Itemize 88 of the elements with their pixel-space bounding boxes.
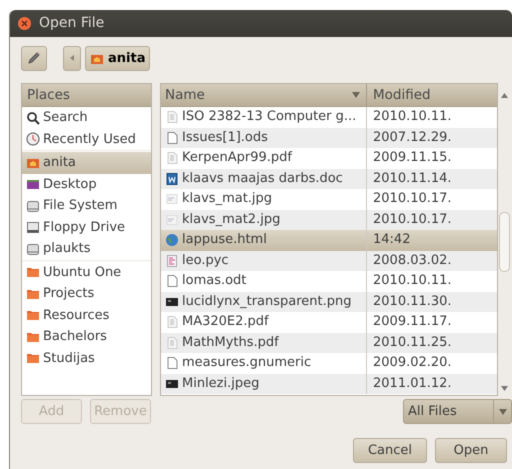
clock-icon [26, 132, 40, 146]
search-icon [26, 110, 40, 125]
modified-date: 2010.10.11. [373, 109, 452, 124]
name-column-header[interactable]: Name [161, 84, 367, 106]
folder-icon [26, 308, 40, 322]
file-name: MathMyths.pdf [182, 334, 279, 352]
edit-location-button[interactable] [21, 46, 47, 71]
file-name: klaavs maajas darbs.doc [182, 170, 343, 188]
file-row[interactable]: lucidlynx_transparent.png 2010.11.30. [161, 292, 497, 312]
document-icon [165, 356, 179, 370]
close-icon [21, 20, 28, 27]
file-name: lomas.odt [182, 272, 246, 290]
document-icon [165, 130, 179, 145]
sort-arrow-icon [352, 92, 360, 98]
place-item[interactable]: Recently Used [22, 128, 151, 150]
modified-date: 2010.10.17. [373, 212, 452, 226]
pencil-icon [26, 50, 42, 66]
folder-icon [26, 351, 40, 366]
modified-date: 2009.02.20. [373, 355, 452, 370]
modified-date: 14:42 [373, 232, 410, 247]
modified-date: 2009.11.15. [373, 150, 452, 165]
open-button[interactable]: Open [435, 438, 507, 463]
file-name: Minlezi.jpeg [182, 374, 260, 393]
file-name: ISO 2382-13 Computer g... [182, 108, 356, 126]
drive-icon [26, 198, 40, 213]
file-name: lappuse.html [182, 231, 267, 250]
file-name: measures.gnumeric [182, 354, 312, 372]
file-row[interactable]: leo.pyc 2008.03.02. [161, 250, 497, 271]
back-button[interactable] [63, 46, 81, 71]
column-header: Places [22, 84, 151, 107]
file-name: klavs_mat.jpg [182, 190, 272, 208]
place-item[interactable]: plaukts [22, 238, 151, 260]
file-name: leo.pyc [182, 252, 229, 270]
file-filter-dropdown[interactable]: All Files [403, 399, 512, 424]
word-document-icon [165, 172, 179, 186]
floppy-icon [26, 220, 40, 234]
close-button[interactable] [18, 17, 31, 30]
place-item[interactable]: Search [22, 107, 151, 128]
place-item[interactable]: File System [22, 195, 151, 216]
place-item[interactable]: Ubuntu One [22, 262, 151, 283]
modified-date: 2008.03.02. [373, 252, 452, 268]
document-icon [165, 110, 179, 124]
modified-date: 2011.01.12. [373, 376, 452, 390]
modified-date: 2009.11.17. [373, 314, 452, 329]
file-name: KerpenApr99.pdf [182, 149, 292, 168]
folder-icon [26, 265, 40, 280]
document-icon [165, 151, 179, 166]
place-item[interactable]: anita [22, 152, 151, 174]
place-item[interactable]: Studijas [22, 348, 151, 369]
place-item[interactable]: Resources [22, 304, 151, 326]
script-file-icon [165, 254, 179, 268]
file-name: klavs_mat2.jpg [182, 210, 280, 229]
modified-date: 2007.12.29. [373, 130, 452, 144]
document-icon [165, 315, 179, 330]
file-row[interactable]: klaavs maajas darbs.doc 2010.11.14. [161, 168, 497, 189]
modified-date: 2010.11.25. [373, 334, 452, 350]
image-icon [165, 192, 179, 206]
modified-column-header[interactable]: Modified [367, 84, 431, 106]
file-row[interactable]: Issues[1].ods 2007.12.29. [161, 128, 497, 148]
file-name: lucidlynx_transparent.png [182, 292, 352, 311]
globe-icon [165, 233, 179, 248]
window-title: Open File [39, 14, 104, 33]
scroll-up-arrow-icon[interactable] [501, 93, 508, 98]
place-item[interactable]: Floppy Drive [22, 216, 151, 238]
file-name: Issues[1].ods [182, 128, 268, 147]
cancel-button[interactable]: Cancel [352, 438, 427, 463]
desktop-icon [26, 177, 40, 192]
modified-date: 2010.10.11. [373, 273, 452, 288]
scrollbar-thumb[interactable] [499, 212, 510, 272]
file-row[interactable]: Minlezi.jpeg 2011.01.12. [161, 374, 497, 394]
place-item[interactable]: Desktop [22, 174, 151, 195]
path-button[interactable]: anita [85, 46, 150, 71]
document-icon [165, 274, 179, 288]
left-arrow-icon [68, 54, 76, 62]
file-row[interactable]: lappuse.html 14:42 [161, 230, 497, 250]
document-icon [165, 336, 179, 350]
dropdown-arrow-icon [498, 408, 506, 414]
file-name: MA320E2.pdf [182, 313, 269, 332]
modified-date: 2010.11.30. [373, 294, 452, 308]
modified-date: 2010.10.17. [373, 191, 452, 206]
drive-icon [26, 242, 40, 256]
scroll-down-arrow-icon[interactable] [501, 386, 508, 391]
file-row[interactable]: MathMyths.pdf 2010.11.25. [161, 332, 497, 353]
modified-date: 2010.11.14. [373, 170, 452, 186]
place-item[interactable]: Projects [22, 283, 151, 304]
file-row[interactable]: klavs_mat2.jpg 2010.10.17. [161, 210, 497, 230]
image-icon [165, 212, 179, 227]
place-item[interactable]: Bachelors [22, 326, 151, 348]
